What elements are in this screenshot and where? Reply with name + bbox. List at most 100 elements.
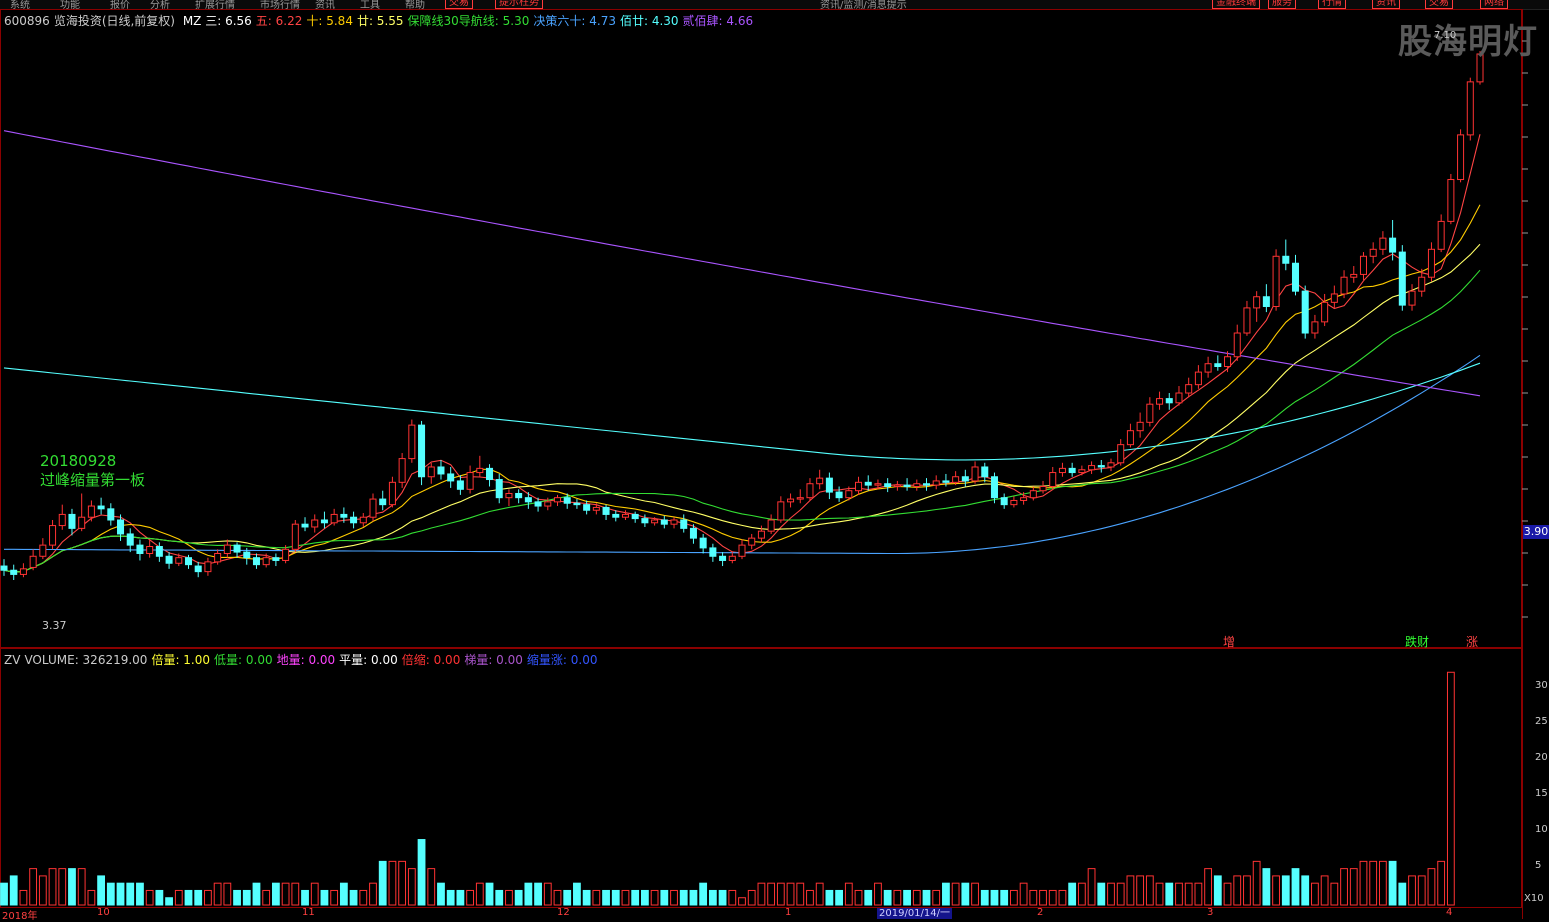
volume-legend-item-1: VOLUME: 326219.00 (24, 653, 148, 667)
candle-body (515, 492, 523, 499)
candle-body (262, 557, 270, 566)
ma-legend-item-0: MZ 三: 6.56 (182, 14, 252, 28)
candle-body (117, 519, 125, 535)
volume-bar (1417, 875, 1426, 906)
candle-body (495, 479, 503, 499)
candle-body (204, 561, 212, 573)
volume-bar (1311, 882, 1319, 906)
high-price-marker: 7.10 (1434, 30, 1457, 41)
candle-body (738, 544, 746, 557)
volume-bar (883, 889, 892, 906)
volume-bar (106, 882, 115, 906)
volume-bar (271, 882, 280, 906)
volume-bar (679, 889, 688, 906)
candle-body (689, 527, 697, 539)
volume-bar (1039, 889, 1047, 906)
volume-bar (1136, 875, 1145, 906)
volume-bar (1194, 882, 1203, 906)
volume-tick-label: 30 (1535, 680, 1548, 691)
volume-bar (747, 889, 756, 906)
candle-body (107, 508, 115, 521)
candle-body (709, 547, 717, 557)
candle-body (486, 467, 494, 481)
low-price-marker: 3.37 (42, 619, 67, 632)
volume-bar (825, 889, 834, 906)
volume-bar (1077, 882, 1086, 906)
volume-bar (310, 882, 319, 906)
x-tick-label: 12 (557, 907, 570, 918)
candle-body (330, 513, 338, 524)
volume-bar (602, 889, 610, 906)
candle-body (1010, 499, 1018, 506)
volume-bar (349, 889, 358, 906)
candle-body (1291, 262, 1300, 292)
candle-body (418, 424, 426, 478)
candle-body (49, 525, 57, 546)
candle-body (767, 519, 775, 532)
signal-1: 跌财 (1405, 635, 1430, 649)
x-tick-label: 3 (1207, 907, 1214, 918)
x-tick-label: 4 (1446, 907, 1453, 918)
candle-body (1000, 497, 1008, 506)
candle-body (825, 477, 833, 493)
volume-bar (961, 882, 970, 906)
volume-bar (1107, 882, 1115, 906)
candle-body (427, 466, 435, 478)
volume-bar (1388, 860, 1397, 906)
candle-body (175, 557, 183, 564)
stock-code: 600896 (4, 14, 50, 28)
candle-body (1301, 290, 1309, 334)
volume-bar (1369, 860, 1378, 906)
candle-body (1049, 472, 1057, 488)
candle-body (1243, 307, 1251, 334)
candle-body (136, 544, 144, 554)
candle-body (796, 497, 804, 500)
volume-bar (631, 889, 640, 906)
volume-bar (728, 889, 737, 906)
kline-chart (0, 9, 1528, 919)
candle-body (1224, 356, 1232, 368)
volume-bar (1116, 882, 1125, 906)
candle-body (476, 467, 484, 474)
volume-bar (689, 889, 698, 906)
ma-legend-item-1: 五: 6.22 (255, 14, 303, 28)
volume-legend-item-7: 梯量: 0.00 (464, 653, 523, 667)
candle-body (1408, 290, 1416, 306)
volume-bar (1437, 860, 1446, 906)
candle-body (641, 518, 649, 524)
candle-body (29, 555, 37, 568)
volume-bar (806, 889, 814, 906)
candle-body (291, 523, 299, 550)
candle-body (553, 497, 562, 503)
volume-bar (1009, 889, 1018, 906)
candle-body (97, 505, 105, 510)
candle-body (272, 557, 280, 561)
candle-body (699, 537, 707, 549)
volume-bar (990, 889, 999, 906)
volume-bar (194, 889, 203, 906)
volume-bar (854, 889, 863, 906)
candle-body (680, 519, 688, 529)
ma60-line (4, 354, 1481, 555)
volume-bar (184, 889, 193, 906)
candle-body (1340, 276, 1348, 295)
x-tick-label: 11 (302, 907, 315, 918)
candle-body (932, 480, 940, 486)
watermark: 股海明灯 (1398, 22, 1538, 62)
candle-body (1398, 251, 1406, 306)
volume-bar (1126, 875, 1135, 906)
candle-body (855, 481, 863, 492)
candle-body (155, 546, 163, 557)
candle-body (233, 544, 241, 553)
volume-bar (1378, 860, 1387, 906)
x-tick-label: 10 (97, 907, 110, 918)
volume-bar (407, 868, 416, 906)
volume-tick-label: 25 (1535, 716, 1548, 727)
candle-body (981, 466, 989, 478)
volume-bar (126, 882, 135, 906)
volume-bar (29, 868, 38, 906)
candle-body (845, 490, 853, 499)
candle-body (1389, 237, 1397, 253)
candle-body (1427, 248, 1435, 278)
volume-bar (971, 882, 979, 906)
